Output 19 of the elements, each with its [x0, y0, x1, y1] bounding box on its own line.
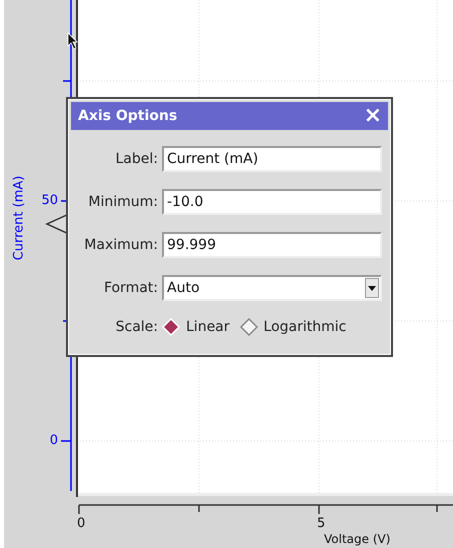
field-label: Label:: [114, 151, 158, 167]
input-field[interactable]: 99.999: [162, 232, 382, 258]
tick-label: 5: [317, 516, 326, 532]
radio-option[interactable]: Linear: [162, 318, 230, 336]
format-dropdown[interactable]: Auto: [162, 275, 382, 301]
field-label: Minimum:: [87, 194, 158, 210]
radio-option[interactable]: Logarithmic: [240, 318, 346, 336]
axis-label: Current (mA): [12, 176, 26, 260]
input-field[interactable]: Current (mA): [162, 146, 382, 172]
tick-label: 50: [40, 193, 58, 209]
close-button[interactable]: ×: [364, 105, 382, 127]
axis-label: Voltage (V): [324, 532, 390, 546]
field-label: Scale:: [114, 319, 158, 335]
tick-label: 0: [77, 516, 86, 532]
dialog-title: Axis Options: [78, 108, 178, 124]
tick-label: 0: [48, 433, 58, 449]
input-field[interactable]: -10.0: [162, 189, 382, 215]
field-label: Maximum:: [83, 237, 158, 253]
field-label: Format:: [102, 280, 158, 296]
